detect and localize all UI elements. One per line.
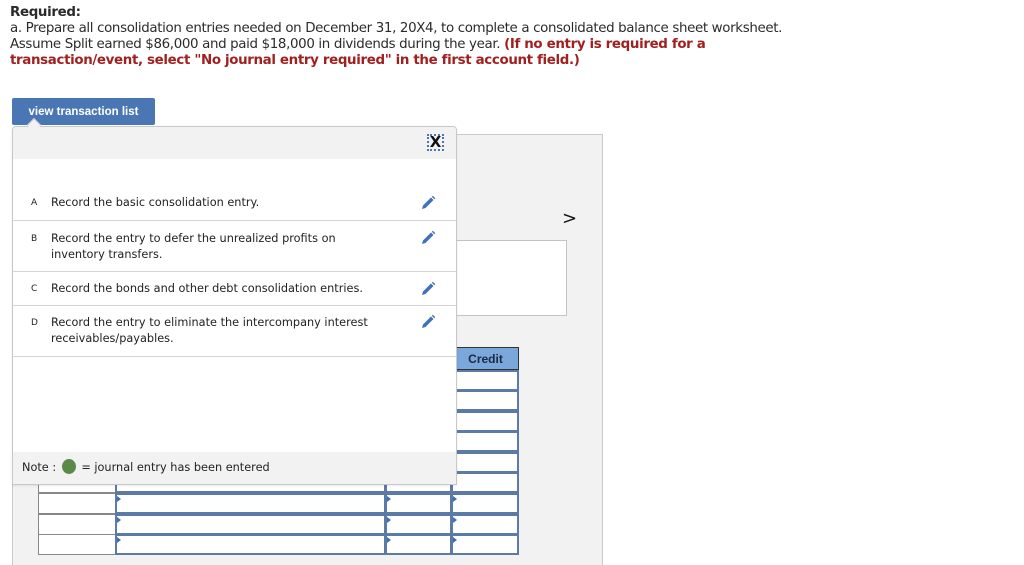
transaction-text: Record the basic consolidation entry. (51, 196, 260, 209)
credit-cell[interactable] (451, 493, 519, 514)
pencil-edit-icon[interactable] (420, 230, 436, 246)
dropdown-marker-icon (117, 537, 121, 543)
note-prefix: Note : (22, 461, 60, 474)
debit-cell[interactable] (385, 514, 452, 535)
credit-cell[interactable] (451, 411, 519, 432)
transaction-item-a[interactable]: A Record the basic consolidation entry. (13, 186, 456, 221)
pencil-edit-icon[interactable] (420, 314, 436, 330)
pencil-edit-icon[interactable] (420, 195, 436, 211)
dropdown-marker-icon (387, 496, 391, 502)
date-cell[interactable] (38, 493, 116, 514)
popup-note: Note : = journal entry has been entered (13, 452, 456, 484)
credit-cell[interactable] (451, 390, 519, 411)
transaction-text: Record the entry to eliminate the interc… (51, 316, 368, 345)
dropdown-marker-icon (387, 537, 391, 543)
transaction-item-c[interactable]: C Record the bonds and other debt consol… (13, 272, 456, 306)
transaction-letter: B (31, 234, 38, 244)
credit-cell[interactable] (451, 514, 519, 535)
popup-header: X (13, 127, 456, 159)
credit-cell[interactable] (451, 472, 519, 493)
transaction-letter: A (31, 198, 38, 208)
worksheet-info-box (455, 240, 567, 316)
credit-column-header: Credit (453, 347, 519, 370)
account-cell[interactable] (115, 514, 386, 535)
transaction-item-d[interactable]: D Record the entry to eliminate the inte… (13, 306, 456, 357)
dropdown-marker-icon (387, 517, 391, 523)
pencil-edit-icon[interactable] (420, 281, 436, 297)
date-cell[interactable] (38, 514, 116, 535)
required-heading: Required: (10, 5, 81, 20)
debit-cell[interactable] (385, 534, 452, 555)
date-cell[interactable] (38, 534, 116, 555)
dropdown-marker-icon (453, 496, 457, 502)
transaction-letter: C (31, 284, 38, 294)
dropdown-marker-icon (453, 537, 457, 543)
debit-cell[interactable] (385, 493, 452, 514)
transaction-letter: D (31, 318, 38, 328)
dropdown-marker-icon (117, 496, 121, 502)
transaction-list-popup: X A Record the basic consolidation entry… (12, 126, 457, 485)
dropdown-marker-icon (117, 517, 121, 523)
close-icon[interactable]: X (427, 134, 444, 151)
instructions: Required: a. Prepare all consolidation e… (10, 5, 830, 69)
entered-status-dot-icon (61, 459, 76, 474)
dropdown-marker-icon (453, 517, 457, 523)
note-text: = journal entry has been entered (77, 461, 270, 474)
credit-cell[interactable] (451, 370, 519, 391)
credit-cell[interactable] (451, 452, 519, 473)
transaction-list: A Record the basic consolidation entry. … (13, 186, 456, 357)
credit-cell[interactable] (451, 534, 519, 555)
account-cell[interactable] (115, 534, 386, 555)
transaction-item-b[interactable]: B Record the entry to defer the unrealiz… (13, 221, 456, 272)
credit-cell[interactable] (451, 431, 519, 452)
next-arrow-icon[interactable]: > (562, 208, 577, 229)
account-cell[interactable] (115, 493, 386, 514)
transaction-text: Record the bonds and other debt consolid… (51, 282, 363, 295)
transaction-text: Record the entry to defer the unrealized… (51, 232, 336, 261)
